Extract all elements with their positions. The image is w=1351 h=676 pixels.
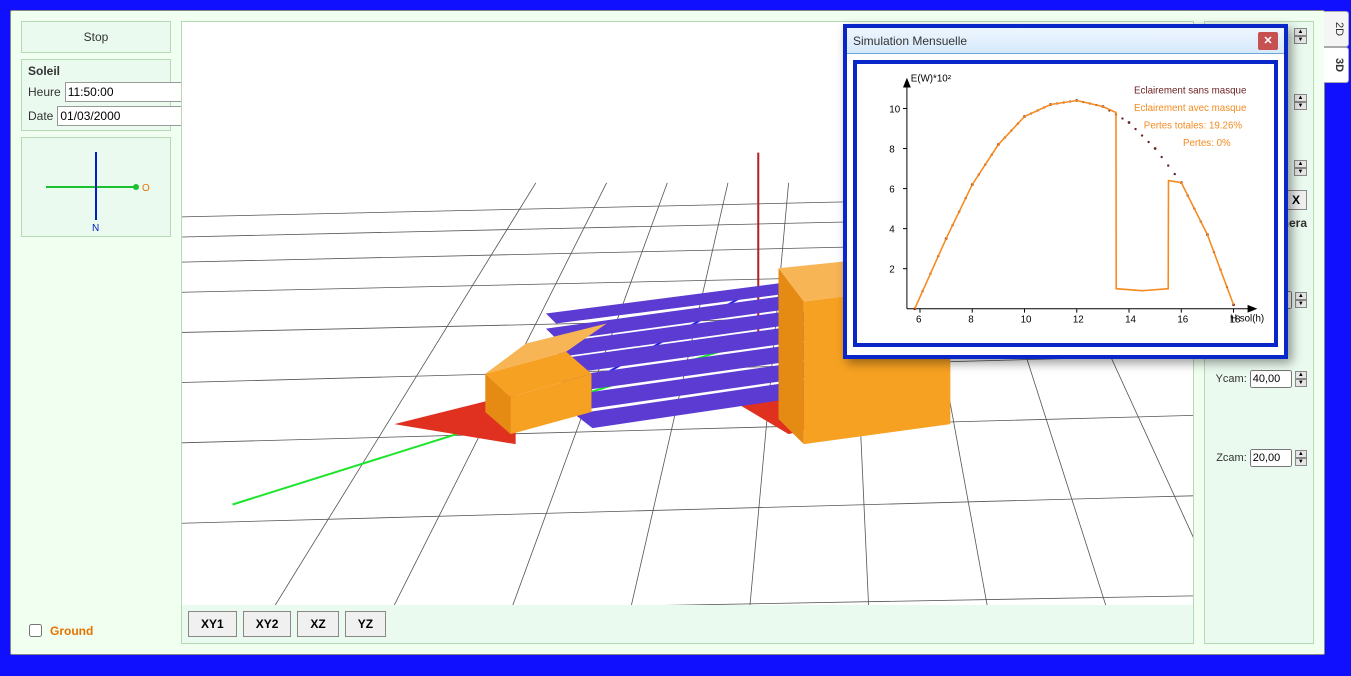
sun-group-title: Soleil [28,64,164,78]
popup-title-text: Simulation Mensuelle [853,34,1258,48]
view-buttons-row: XY1 XY2 XZ YZ [182,605,1193,643]
irradiance-chart: E(W)*10² H sol(h) Eclairement sans masqu… [857,64,1274,343]
svg-text:Pertes totales: 19.26%: Pertes totales: 19.26% [1144,121,1243,132]
spinner-3[interactable]: ▲▼ [1294,160,1307,176]
zcam-input[interactable] [1250,449,1292,467]
svg-text:N: N [92,223,99,232]
svg-text:2: 2 [889,265,894,276]
date-label: Date [28,109,53,123]
tab-3d[interactable]: 3D [1324,47,1349,83]
svg-text:14: 14 [1125,314,1136,325]
spinner-1[interactable]: ▲▼ [1294,28,1307,44]
svg-text:Eclairement sans masque: Eclairement sans masque [1134,85,1246,96]
left-panel: Stop Soleil Heure ▲▼ Date ▾ O N [21,21,171,644]
zcam-label: Zcam: [1211,452,1247,464]
panel-close-button[interactable]: X [1285,190,1307,210]
svg-text:16: 16 [1177,314,1188,325]
stop-button[interactable]: Stop [21,21,171,53]
view-xy1-button[interactable]: XY1 [188,611,237,637]
popup-close-button[interactable]: ✕ [1258,32,1278,50]
view-xz-button[interactable]: XZ [297,611,338,637]
svg-text:Eclairement avec masque: Eclairement avec masque [1134,103,1246,114]
svg-text:12: 12 [1073,314,1084,325]
svg-text:E(W)*10²: E(W)*10² [911,74,952,85]
svg-text:O: O [142,183,150,194]
svg-text:6: 6 [916,314,921,325]
svg-text:4: 4 [889,225,895,236]
hour-label: Heure [28,85,61,99]
zcam-spinner[interactable]: ▲▼ [1295,450,1307,466]
ycam-input[interactable] [1250,370,1292,388]
svg-text:6: 6 [889,185,894,196]
sun-group: Soleil Heure ▲▼ Date ▾ [21,59,171,131]
ground-checkbox[interactable] [29,624,42,637]
view-yz-button[interactable]: YZ [345,611,386,637]
svg-text:10: 10 [889,104,900,115]
compass-widget[interactable]: O N [21,137,171,237]
popup-titlebar[interactable]: Simulation Mensuelle ✕ [847,28,1284,54]
svg-text:Pertes: 0%: Pertes: 0% [1183,138,1231,149]
simulation-popup: Simulation Mensuelle ✕ E(W)*10² H sol(h)… [843,24,1288,359]
view-xy2-button[interactable]: XY2 [243,611,292,637]
right-view-tabs: 2D 3D [1324,11,1349,83]
svg-text:8: 8 [968,314,973,325]
ground-toggle-row: Ground [21,617,171,644]
svg-text:8: 8 [889,144,894,155]
svg-text:10: 10 [1021,314,1032,325]
ycam-spinner[interactable]: ▲▼ [1295,371,1307,387]
tab-2d[interactable]: 2D [1324,11,1349,47]
xcam-spinner[interactable]: ▲▼ [1295,292,1307,308]
ground-label: Ground [50,624,93,638]
svg-text:18: 18 [1230,314,1241,325]
ycam-label: Ycam: [1211,373,1247,385]
compass-icon: O N [36,142,156,232]
popup-body: E(W)*10² H sol(h) Eclairement sans masqu… [853,60,1278,347]
spinner-2[interactable]: ▲▼ [1294,94,1307,110]
